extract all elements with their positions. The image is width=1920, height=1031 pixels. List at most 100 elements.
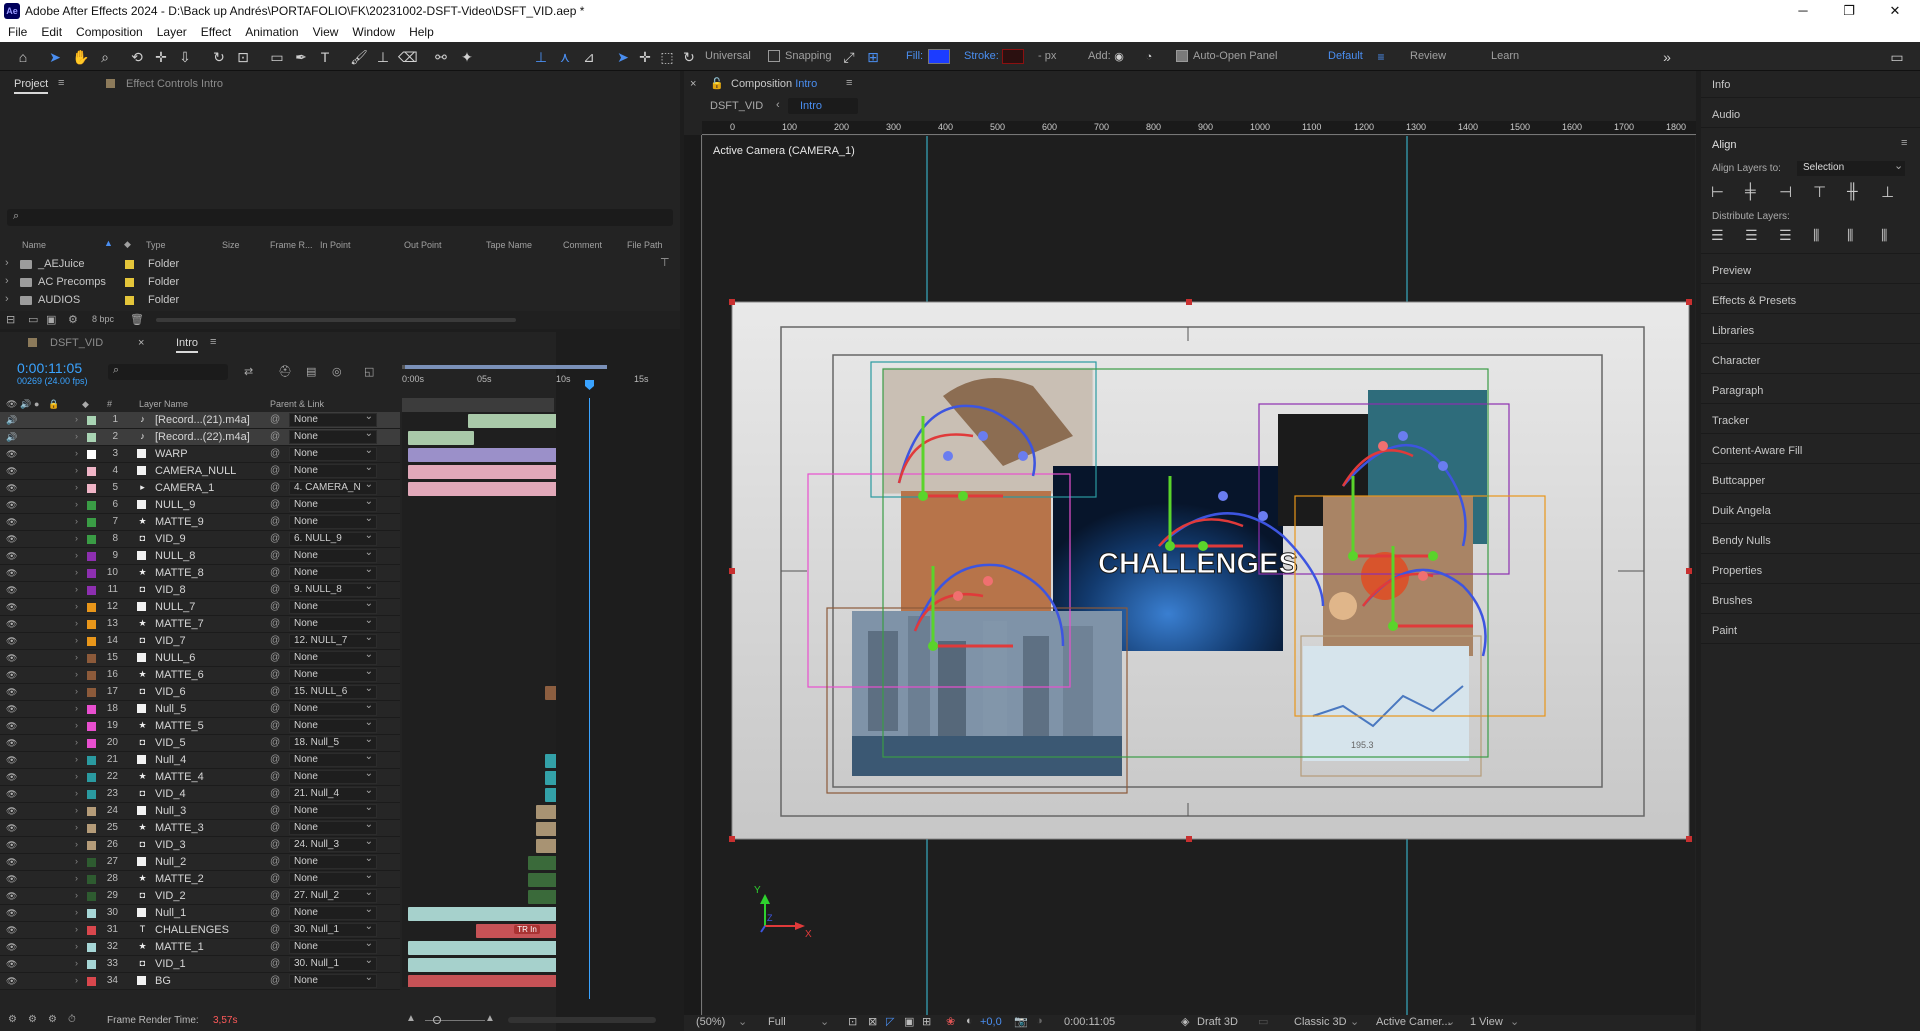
expand-arrow-icon[interactable]: › (75, 737, 78, 747)
label-color[interactable] (87, 450, 96, 459)
local-axis-icon[interactable]: ⊥ (532, 48, 550, 66)
menu-file[interactable]: File (0, 22, 33, 39)
visibility-toggle-icon[interactable]: 👁 (6, 857, 17, 867)
selection-tool-icon[interactable]: ➤ (46, 48, 64, 66)
solo-header-icon[interactable]: ● (34, 399, 39, 409)
layer-row[interactable]: 👁 › 32 ★ MATTE_1 @ None (0, 939, 400, 956)
label-color[interactable] (87, 705, 96, 714)
anchor-tool-icon[interactable]: ⊡ (234, 48, 252, 66)
tab-intro[interactable]: Intro (176, 337, 199, 353)
visibility-toggle-icon[interactable]: 👁 (6, 874, 17, 884)
parent-dropdown[interactable]: None (289, 940, 377, 954)
pick-whip-icon[interactable]: @ (270, 567, 280, 578)
close-icon[interactable]: ✕ (1872, 0, 1918, 22)
parent-link-header[interactable]: Parent & Link (270, 399, 324, 409)
label-color[interactable] (87, 586, 96, 595)
zoom-out-icon[interactable]: ▲ (406, 1013, 416, 1024)
distribute-vcenter-icon[interactable]: ☰ (1745, 227, 1761, 243)
dolly-camera-icon[interactable]: ⇩ (176, 48, 194, 66)
layer-name[interactable]: MATTE_9 (155, 516, 260, 528)
layer-row[interactable]: 👁 › 10 ★ MATTE_8 @ None (0, 565, 400, 582)
zoom-in-icon[interactable]: ▲ (485, 1013, 495, 1024)
panel-buttcapper[interactable]: Buttcapper (1712, 475, 1765, 487)
layer-name[interactable]: MATTE_4 (155, 771, 260, 783)
layer-row[interactable]: 👁 › 22 ★ MATTE_4 @ None (0, 769, 400, 786)
frame-blending-icon[interactable]: ▤ (306, 365, 316, 378)
layer-bar[interactable] (536, 838, 556, 853)
layer-row[interactable]: 👁 › 9 NULL_8 @ None (0, 548, 400, 565)
auto-open-panel-checkbox[interactable] (1176, 50, 1188, 62)
expand-arrow-icon[interactable]: › (75, 703, 78, 713)
layer-name[interactable]: NULL_8 (155, 550, 260, 562)
layer-bar[interactable] (408, 464, 556, 479)
visibility-toggle-icon[interactable]: 👁 (6, 687, 17, 697)
pick-whip-icon[interactable]: @ (270, 431, 280, 442)
pick-whip-icon[interactable]: @ (270, 652, 280, 663)
channel-icon[interactable]: ❀ (946, 1015, 955, 1028)
layer-row[interactable]: 👁 › 34 BG @ None (0, 973, 400, 990)
layer-row[interactable]: 👁 › 24 Null_3 @ None (0, 803, 400, 820)
label-color[interactable] (87, 892, 96, 901)
universal-rotate-icon[interactable]: ↻ (680, 48, 698, 66)
region-of-interest-icon[interactable]: ▣ (904, 1015, 914, 1028)
puppet-pin-icon[interactable]: ✦ (458, 48, 476, 66)
pick-whip-icon[interactable]: @ (270, 839, 280, 850)
label-color[interactable] (87, 807, 96, 816)
layer-name[interactable]: VID_2 (155, 890, 260, 902)
visibility-toggle-icon[interactable]: 👁 (6, 670, 17, 680)
comp-tab-label[interactable]: Composition Intro (731, 78, 817, 90)
layer-name[interactable]: [Record...(21).m4a] (155, 414, 260, 426)
roto-brush-icon[interactable]: ⚯ (432, 48, 450, 66)
visibility-toggle-icon[interactable]: 👁 (6, 500, 17, 510)
expand-arrow-icon[interactable]: › (75, 856, 78, 866)
layer-bar[interactable] (408, 447, 556, 462)
layer-row[interactable]: 👁 › 19 ★ MATTE_5 @ None (0, 718, 400, 735)
layer-bar[interactable] (528, 889, 556, 904)
expand-arrow-icon[interactable]: › (75, 890, 78, 900)
layer-name[interactable]: MATTE_7 (155, 618, 260, 630)
brush-tool-icon[interactable]: 🖌 (350, 48, 368, 66)
panel-effects-presets[interactable]: Effects & Presets (1712, 295, 1796, 307)
layer-row[interactable]: 👁 › 27 Null_2 @ None (0, 854, 400, 871)
layer-bar[interactable] (544, 770, 556, 785)
audio-toggle-icon[interactable]: 🔊 (6, 432, 17, 442)
align-right-icon[interactable]: ⊣ (1779, 183, 1795, 201)
parent-dropdown[interactable]: 24. Null_3 (289, 838, 377, 852)
label-tag-icon[interactable]: ◆ (124, 239, 131, 250)
label-color[interactable] (87, 773, 96, 782)
work-area-range[interactable] (405, 365, 607, 369)
view-axis-icon[interactable]: ⊿ (580, 48, 598, 66)
menu-composition[interactable]: Composition (68, 22, 149, 39)
pick-whip-icon[interactable]: @ (270, 601, 280, 612)
col-tape-name[interactable]: Tape Name (486, 240, 532, 250)
vertical-ruler[interactable] (684, 135, 702, 1015)
parent-dropdown[interactable]: None (289, 855, 377, 869)
label-color[interactable] (87, 722, 96, 731)
time-ruler[interactable]: 0:00s 05s 10s 15s (402, 360, 649, 398)
align-horizontal-center-icon[interactable]: ╪ (1745, 183, 1761, 200)
panel-properties[interactable]: Properties (1712, 565, 1762, 577)
layer-row[interactable]: 👁 › 21 Null_4 @ None (0, 752, 400, 769)
layer-name[interactable]: CAMERA_NULL (155, 465, 260, 477)
layer-name[interactable]: Null_3 (155, 805, 260, 817)
audio-header-icon[interactable]: 🔊 (20, 399, 31, 410)
layer-row[interactable]: 👁 › 14 ◘ VID_7 @12. NULL_7 (0, 633, 400, 650)
panel-tracker[interactable]: Tracker (1712, 415, 1749, 427)
view-layout-dropdown[interactable]: 1 View (1470, 1016, 1503, 1028)
zoom-slider-handle[interactable] (433, 1016, 441, 1024)
layer-name[interactable]: MATTE_5 (155, 720, 260, 732)
mask-visibility-icon[interactable]: ◸ (886, 1015, 894, 1028)
bit-depth[interactable]: 8 bpc (92, 314, 114, 324)
layer-name[interactable]: VID_5 (155, 737, 260, 749)
layer-bar[interactable] (468, 413, 556, 428)
pick-whip-icon[interactable]: @ (270, 805, 280, 816)
col-name[interactable]: Name (22, 240, 46, 250)
distribute-bottom-icon[interactable]: ☰ (1779, 227, 1795, 243)
pick-whip-icon[interactable]: @ (270, 482, 280, 493)
visibility-toggle-icon[interactable]: 👁 (6, 806, 17, 816)
layer-name[interactable]: NULL_7 (155, 601, 260, 613)
stroke-color-swatch[interactable] (1002, 49, 1024, 64)
expand-arrow-icon[interactable]: › (75, 771, 78, 781)
maximize-icon[interactable]: ❐ (1826, 0, 1872, 22)
list-item[interactable]: › _AEJuice Folder (0, 256, 555, 274)
